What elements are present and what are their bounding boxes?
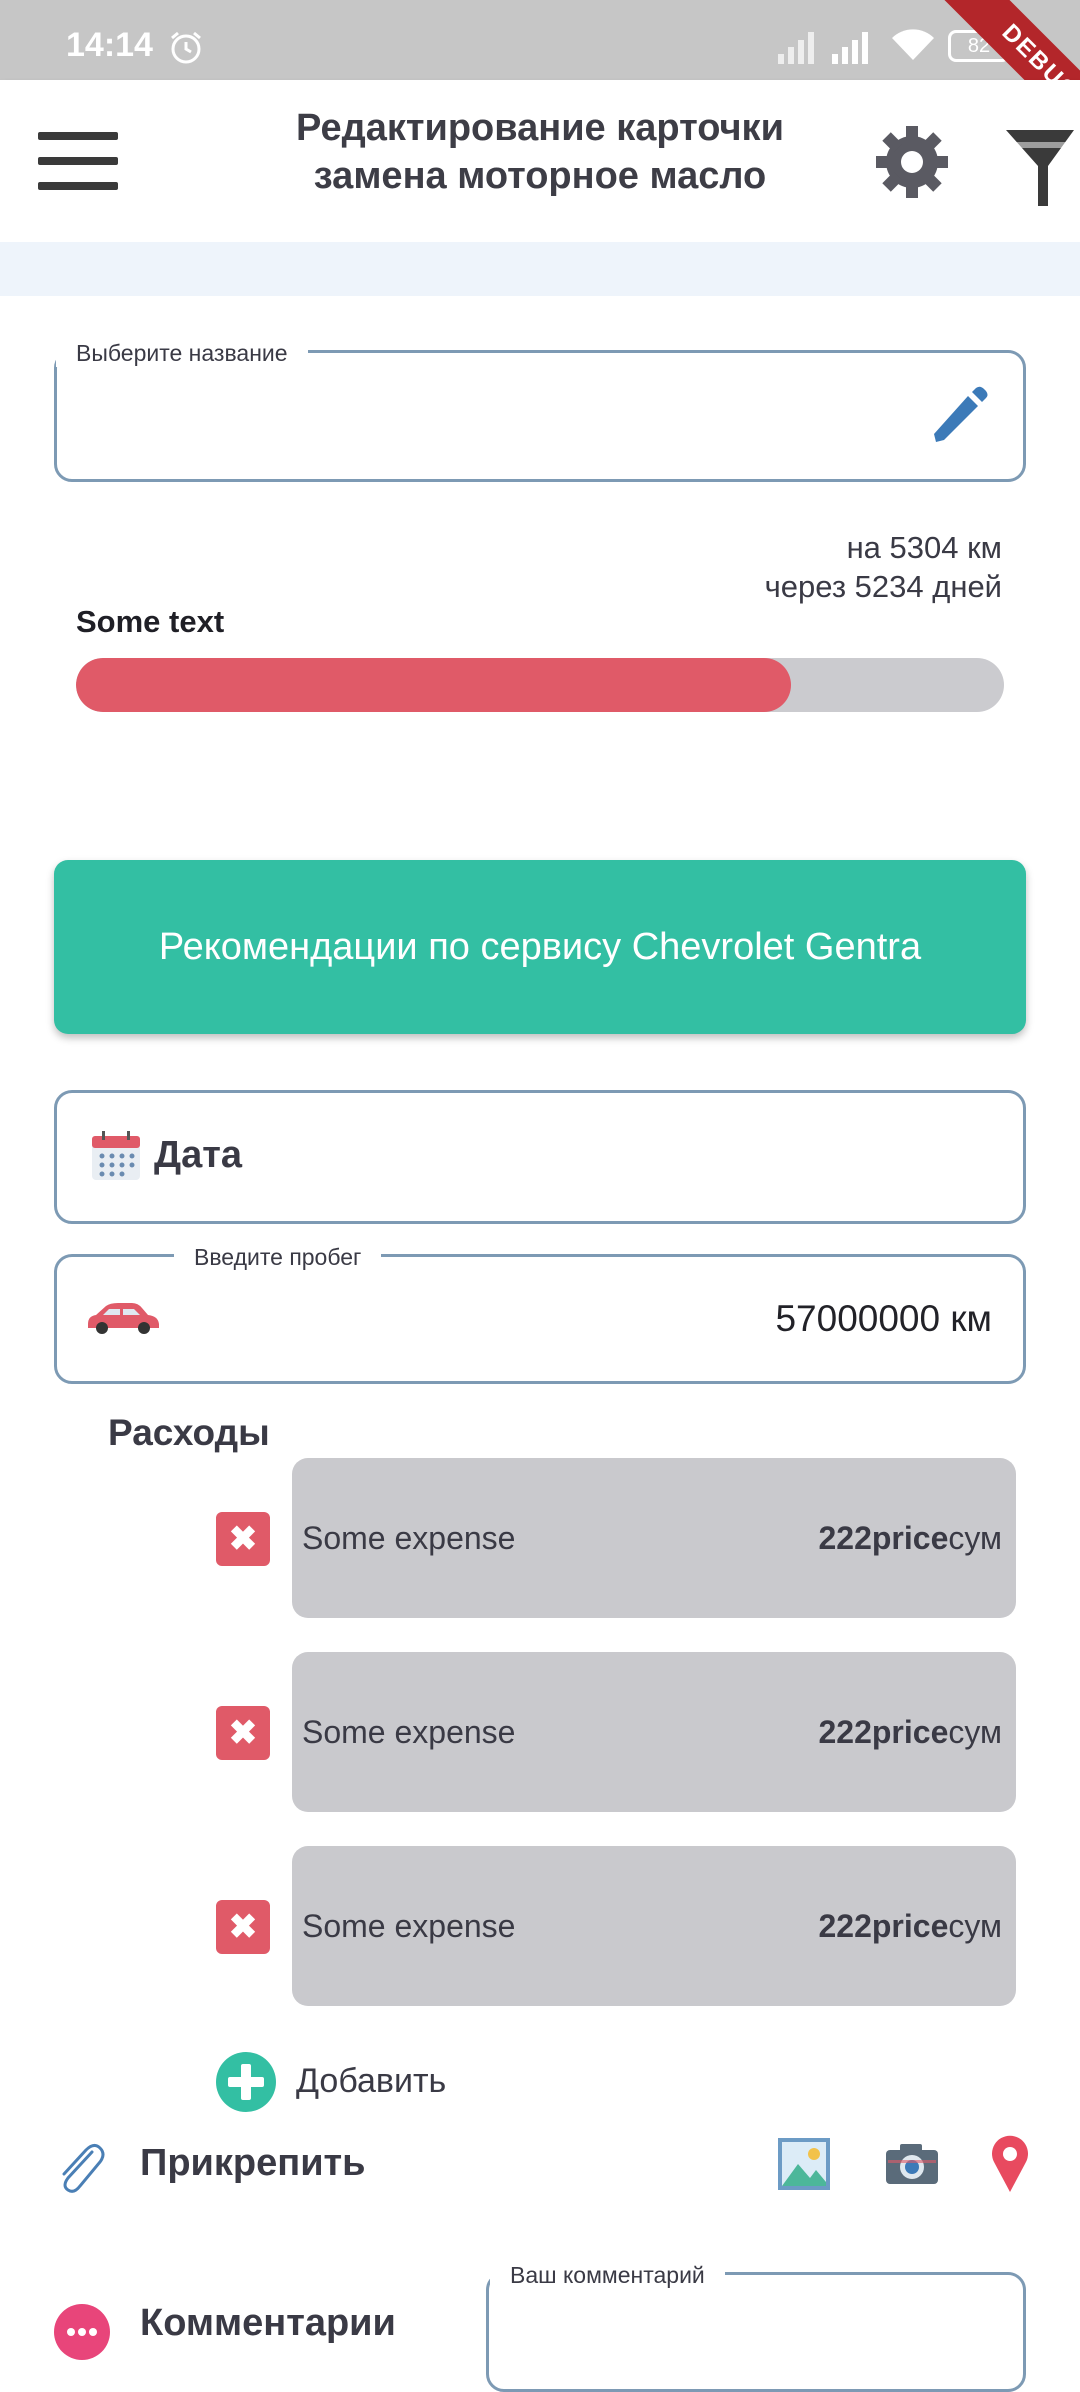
comment-field-label: Ваш комментарий [490,2262,725,2289]
alarm-icon [171,31,201,64]
car-icon [88,1303,159,1334]
expense-price-value: 222price [818,1908,949,1944]
comment-icon [54,2304,110,2360]
camera-icon[interactable] [884,2142,940,2186]
comment-field[interactable] [486,2272,1026,2392]
page-title-line1: Редактирование карточки [296,107,784,149]
oil-funnel-icon[interactable] [1000,120,1080,212]
expenses-title: Расходы [108,1412,270,1453]
delete-expense-button[interactable]: ✖ [216,1512,270,1566]
expense-currency: сум [948,1520,1002,1556]
expense-currency: сум [948,1714,1002,1750]
add-expense-icon[interactable] [216,2052,276,2112]
expense-name: Some expense [302,1520,516,1556]
km-left-text: на 5304 км [846,530,1002,565]
add-expense-button[interactable]: Добавить [296,2062,446,2101]
mileage-value: 57000000 км [775,1298,992,1339]
expense-price-value: 222price [818,1714,949,1750]
service-recommendations-button[interactable]: Рекомендации по сервису Chevrolet Gentra [54,860,1026,1034]
days-left-text: через 5234 дней [764,569,1002,604]
progress-title: Some text [76,604,225,639]
attach-label: Прикрепить [140,2142,366,2184]
remaining-info: на 5304 км через 5234 дней [700,528,1002,606]
gallery-icon[interactable] [776,2136,832,2192]
progress-bar [76,658,1004,712]
comments-label: Комментарии [140,2302,396,2344]
delete-expense-button[interactable]: ✖ [216,1706,270,1760]
expense-currency: сум [948,1908,1002,1944]
progress-fill [76,658,791,712]
name-field[interactable] [54,350,1026,482]
pencil-icon[interactable] [926,384,990,448]
menu-icon[interactable] [38,132,118,190]
signal-icon [832,32,868,64]
page-title: Редактирование карточки замена моторное … [240,104,840,200]
header-strip [0,242,1080,296]
gear-icon[interactable] [872,122,952,202]
mileage-field-label: Введите пробег [174,1244,382,1271]
expense-name: Some expense [302,1714,516,1750]
page-title-line2: замена моторное масло [313,155,767,197]
wifi-icon [892,29,934,60]
date-label: Дата [154,1134,242,1176]
paperclip-icon [62,2143,105,2193]
status-time: 14:14 [66,26,153,64]
location-pin-icon[interactable] [990,2134,1030,2194]
name-field-label: Выберите название [56,340,308,367]
expense-price: 222priceсум [742,1908,1002,1945]
delete-expense-button[interactable]: ✖ [216,1900,270,1954]
signal-icon [778,32,814,64]
expense-name: Some expense [302,1908,516,1944]
expense-price: 222priceсум [742,1714,1002,1751]
expense-price-value: 222price [818,1520,949,1556]
expense-price: 222priceсум [742,1520,1002,1557]
calendar-icon [92,1131,140,1180]
